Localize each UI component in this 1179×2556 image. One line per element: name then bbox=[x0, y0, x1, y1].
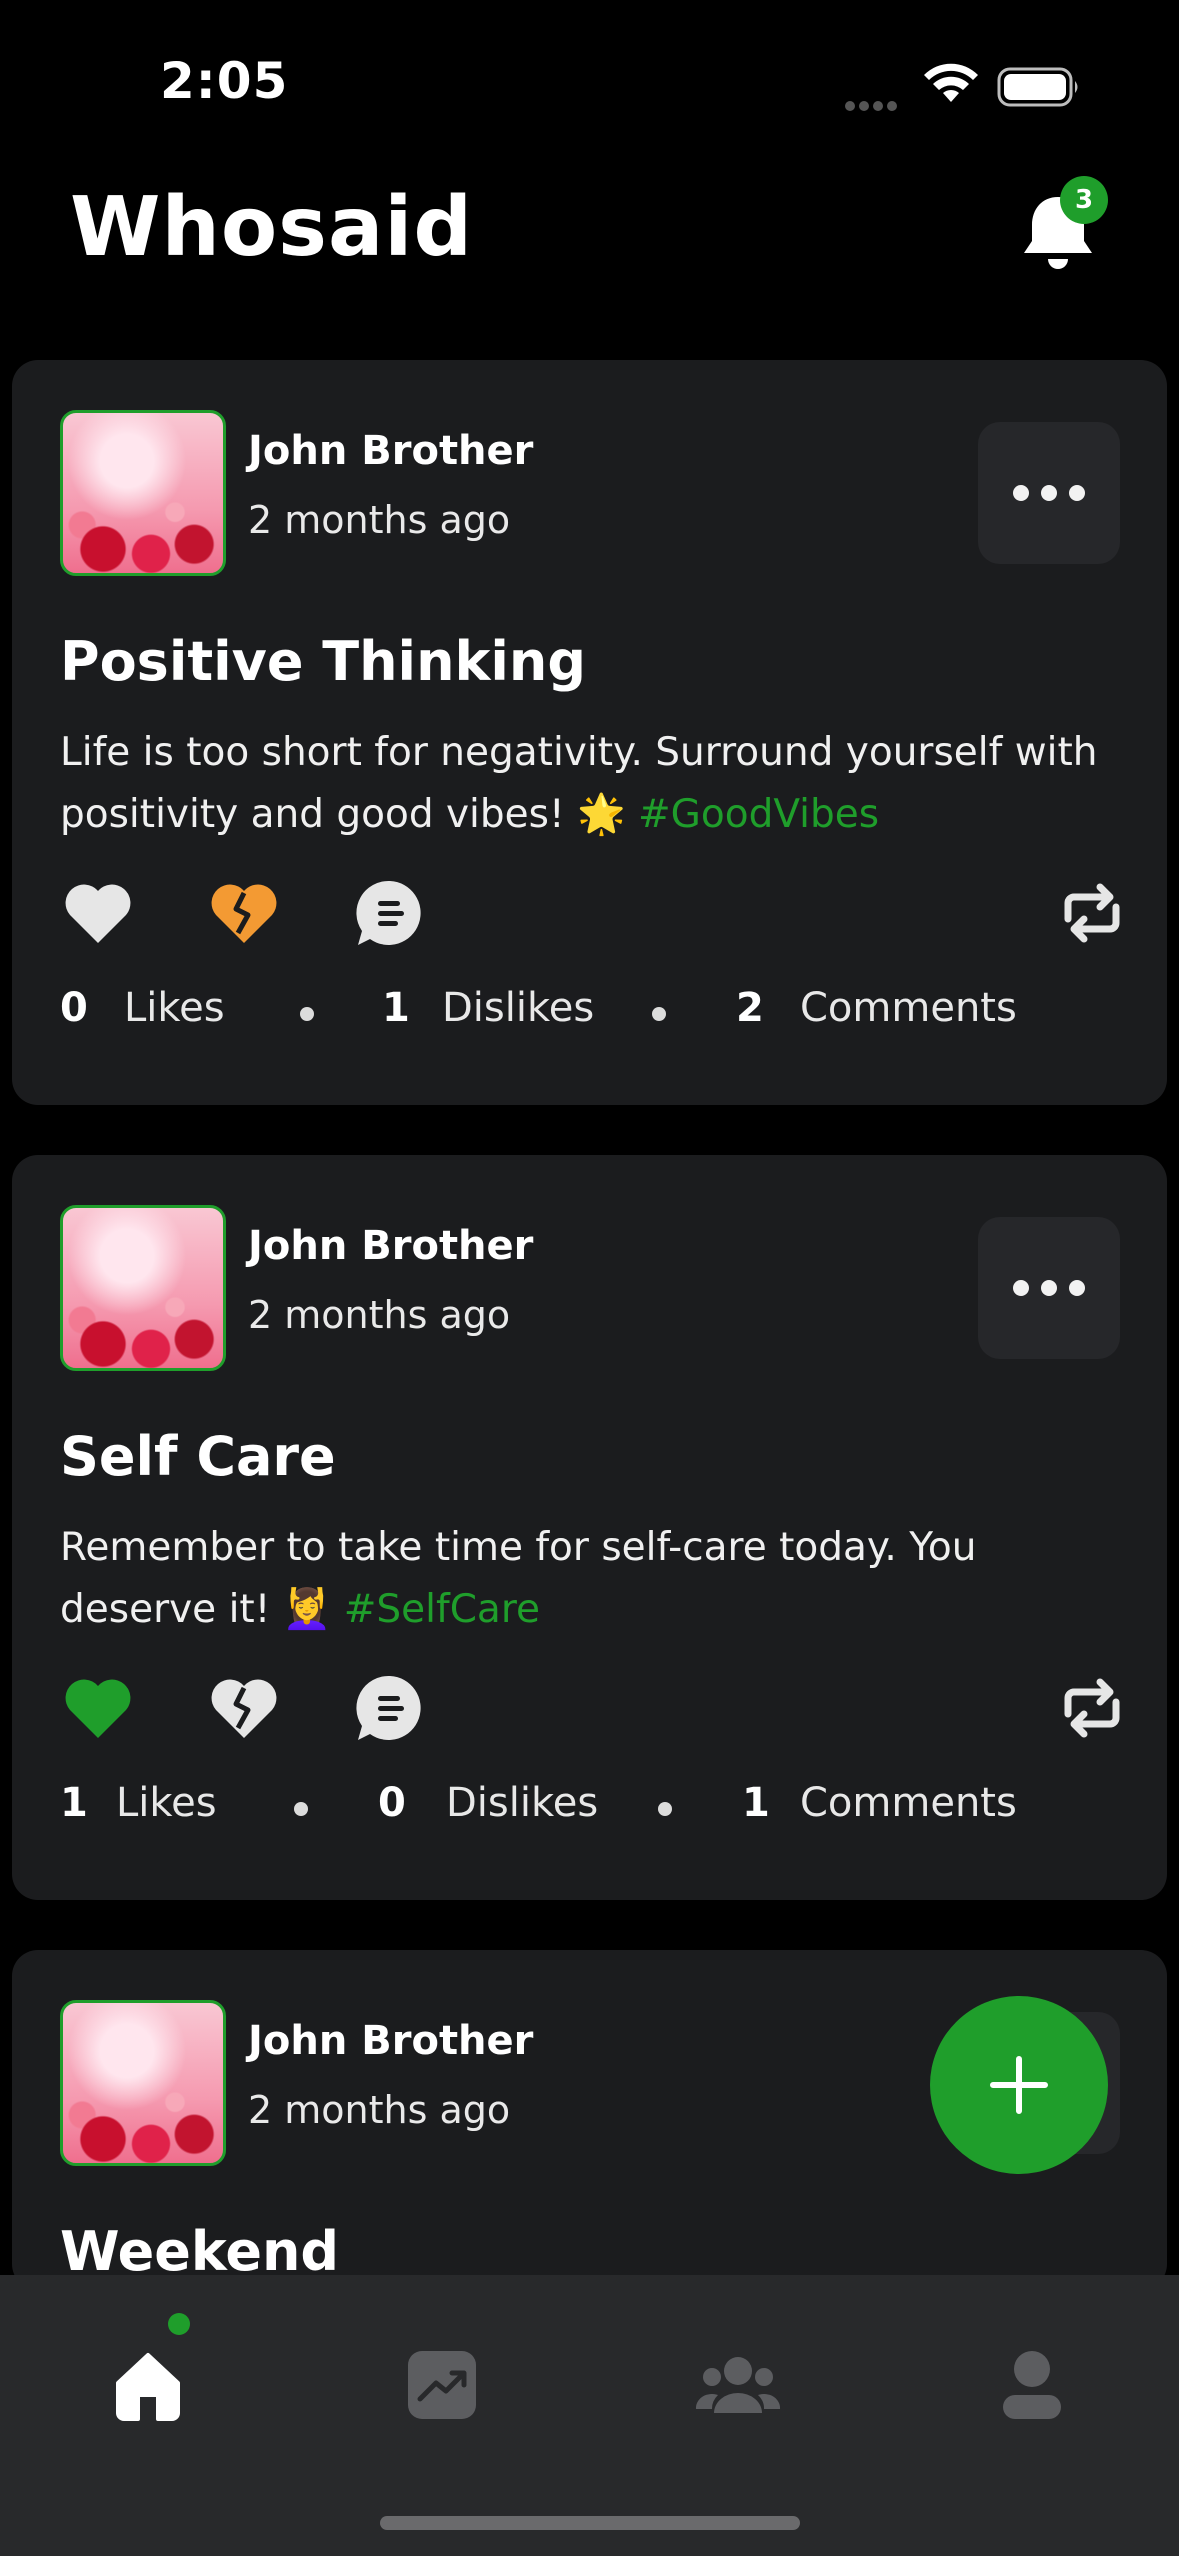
comment-icon[interactable] bbox=[352, 1670, 428, 1746]
post-title: Self Care bbox=[60, 1425, 336, 1488]
post-card: John Brother 2 months ago Positive Think… bbox=[12, 360, 1167, 1105]
home-active-dot bbox=[168, 2313, 190, 2335]
tab-profile[interactable] bbox=[982, 2335, 1082, 2435]
tab-community[interactable] bbox=[688, 2335, 788, 2435]
author-name[interactable]: John Brother bbox=[248, 2018, 533, 2064]
author-name[interactable]: John Brother bbox=[248, 1223, 533, 1269]
post-time: 2 months ago bbox=[248, 2088, 511, 2132]
repost-icon[interactable] bbox=[1054, 1670, 1130, 1746]
comments-label: Comments bbox=[800, 1780, 1017, 1826]
dislikes-label: Dislikes bbox=[446, 1780, 599, 1826]
author-avatar[interactable] bbox=[60, 410, 226, 576]
comments-count: 1 bbox=[742, 1780, 770, 1826]
post-actions bbox=[60, 1670, 1130, 1750]
create-post-button[interactable] bbox=[930, 1996, 1108, 2174]
post-actions bbox=[60, 875, 1130, 955]
more-options-button[interactable] bbox=[978, 422, 1120, 564]
likes-count: 0 bbox=[60, 985, 88, 1031]
likes-label: Likes bbox=[124, 985, 225, 1031]
more-options-button[interactable] bbox=[978, 1217, 1120, 1359]
hashtag-link[interactable]: #GoodVibes bbox=[638, 792, 879, 837]
home-icon bbox=[116, 2353, 180, 2421]
post-body: Remember to take time for self-care toda… bbox=[60, 1517, 1120, 1641]
dislike-icon[interactable] bbox=[206, 1670, 282, 1746]
post-stats: 0 Likes 1 Dislikes 2 Comments bbox=[60, 985, 1130, 1045]
comments-count: 2 bbox=[736, 985, 764, 1031]
plus-icon bbox=[990, 2056, 1048, 2114]
bottom-tab-bar bbox=[0, 2275, 1179, 2556]
separator-dot bbox=[294, 1802, 308, 1816]
repost-icon[interactable] bbox=[1054, 875, 1130, 951]
status-time: 2:05 bbox=[160, 52, 289, 110]
post-time: 2 months ago bbox=[248, 498, 511, 542]
dislike-icon[interactable] bbox=[206, 875, 282, 951]
like-icon[interactable] bbox=[60, 875, 136, 951]
author-name[interactable]: John Brother bbox=[248, 428, 533, 474]
battery-icon bbox=[997, 67, 1078, 107]
post-card: John Brother 2 months ago Self Care Reme… bbox=[12, 1155, 1167, 1900]
dislikes-label: Dislikes bbox=[442, 985, 595, 1031]
tab-home[interactable] bbox=[98, 2335, 198, 2435]
home-indicator bbox=[380, 2516, 800, 2530]
separator-dot bbox=[300, 1007, 314, 1021]
post-title: Weekend bbox=[60, 2220, 340, 2283]
like-icon[interactable] bbox=[60, 1670, 136, 1746]
post-time: 2 months ago bbox=[248, 1293, 511, 1337]
hashtag-link[interactable]: #SelfCare bbox=[344, 1587, 540, 1632]
comment-icon[interactable] bbox=[352, 875, 428, 951]
group-icon bbox=[695, 2357, 781, 2413]
trending-icon bbox=[408, 2351, 476, 2419]
wifi-icon bbox=[924, 63, 978, 102]
post-stats: 1 Likes 0 Dislikes 1 Comments bbox=[60, 1780, 1130, 1840]
tab-trending[interactable] bbox=[392, 2335, 492, 2435]
post-body: Life is too short for negativity. Surrou… bbox=[60, 722, 1120, 846]
profile-icon bbox=[1003, 2351, 1061, 2419]
cellular-signal-icon bbox=[845, 96, 905, 111]
separator-dot bbox=[658, 1802, 672, 1816]
author-avatar[interactable] bbox=[60, 1205, 226, 1371]
likes-count: 1 bbox=[60, 1780, 88, 1826]
app-title: Whosaid bbox=[70, 180, 474, 275]
status-bar: 2:05 bbox=[0, 0, 1179, 170]
separator-dot bbox=[652, 1007, 666, 1021]
dislikes-count: 1 bbox=[382, 985, 410, 1031]
notification-badge: 3 bbox=[1060, 176, 1108, 224]
author-avatar[interactable] bbox=[60, 2000, 226, 2166]
post-title: Positive Thinking bbox=[60, 630, 587, 693]
likes-label: Likes bbox=[116, 1780, 217, 1826]
post-text: Life is too short for negativity. Surrou… bbox=[60, 730, 1098, 837]
dislikes-count: 0 bbox=[378, 1780, 406, 1826]
comments-label: Comments bbox=[800, 985, 1017, 1031]
